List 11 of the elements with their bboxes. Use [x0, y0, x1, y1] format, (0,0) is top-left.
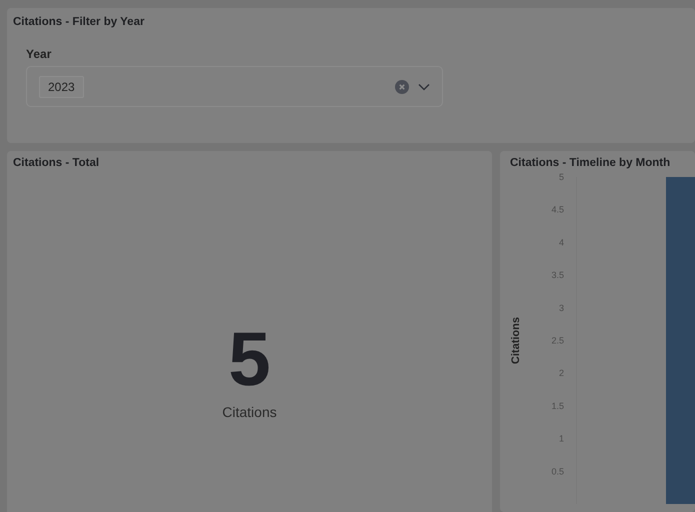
year-tag[interactable]: 2023: [39, 76, 84, 98]
chevron-down-icon[interactable]: [418, 82, 430, 90]
field-label: Year: [26, 47, 52, 61]
panel-title: Citations - Filter by Year: [13, 16, 146, 28]
y-axis-label: Citations: [510, 316, 522, 364]
panel-title: Citations - Timeline by Month: [510, 157, 672, 169]
panel-title: Citations - Total: [13, 157, 100, 169]
metric-value: 5: [228, 322, 271, 398]
year-combo-box[interactable]: 2023: [26, 66, 443, 107]
clear-icon[interactable]: [395, 80, 409, 94]
metric-caption: Citations: [222, 404, 277, 420]
